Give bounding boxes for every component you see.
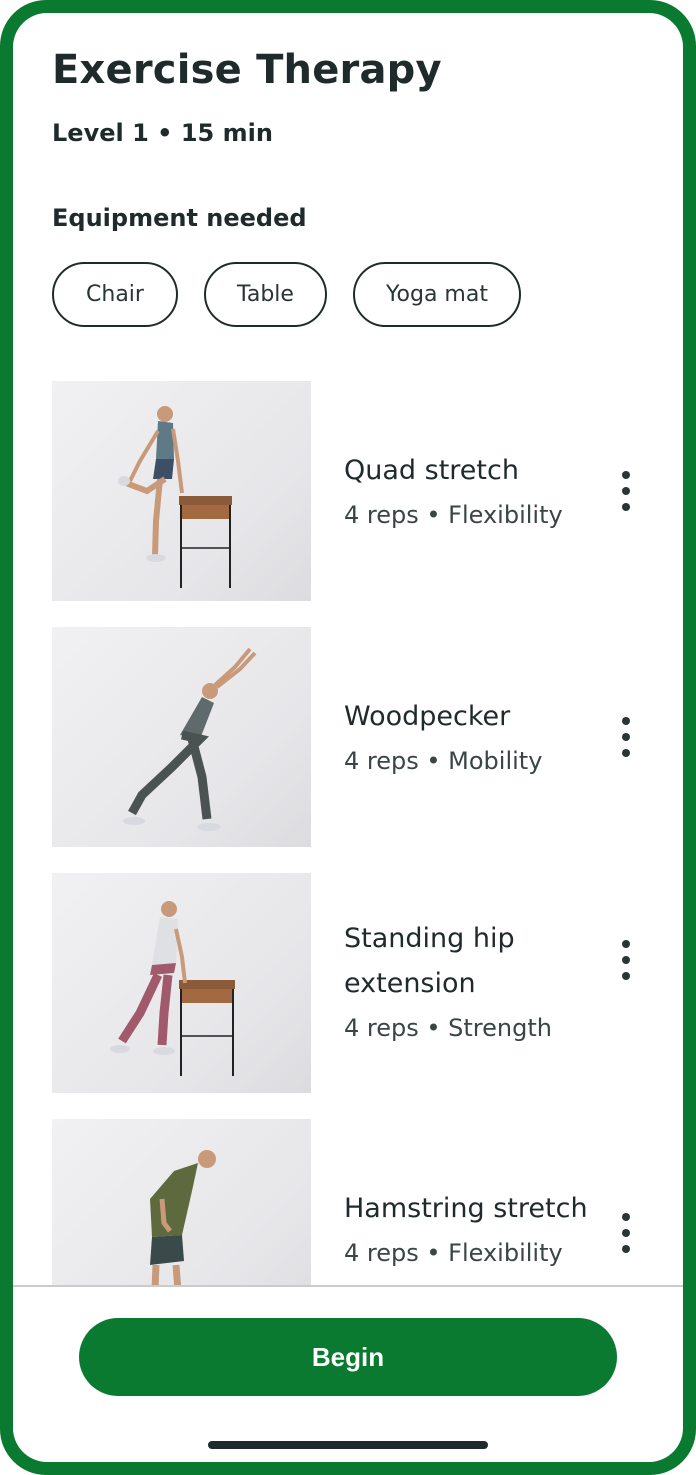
exercise-meta: 4 reps • Strength — [344, 1014, 552, 1042]
standing-hip-extension-photo — [52, 873, 311, 1093]
exercise-info: Hamstring stretch 4 reps • Flexibility — [344, 1186, 614, 1273]
hamstring-stretch-photo — [52, 1119, 311, 1286]
page-title: Exercise Therapy — [52, 47, 442, 93]
device-frame: Exercise Therapy Level 1 • 15 min Equipm… — [0, 0, 696, 1475]
more-vertical-icon[interactable] — [614, 940, 638, 980]
exercise-name: Quad stretch — [344, 455, 519, 486]
exercise-info: Quad stretch 4 reps • Flexibility — [344, 448, 614, 535]
exercise-row-hamstring-stretch[interactable]: Hamstring stretch 4 reps • Flexibility — [52, 1119, 672, 1286]
exercise-meta: 4 reps • Mobility — [344, 747, 543, 775]
home-indicator[interactable] — [208, 1441, 488, 1449]
equipment-chip-yoga-mat[interactable]: Yoga mat — [353, 262, 521, 327]
more-vertical-icon[interactable] — [614, 471, 638, 511]
exercise-meta: 4 reps • Flexibility — [344, 1239, 563, 1267]
session-summary: Level 1 • 15 min — [52, 119, 273, 147]
footer-divider — [13, 1285, 683, 1287]
more-vertical-icon[interactable] — [614, 1213, 638, 1253]
exercise-row-standing-hip-extension[interactable]: Standing hip extension 4 reps • Strength — [52, 873, 672, 1093]
screen: Exercise Therapy Level 1 • 15 min Equipm… — [13, 13, 683, 1462]
equipment-chip-table[interactable]: Table — [204, 262, 327, 327]
exercise-row-quad-stretch[interactable]: Quad stretch 4 reps • Flexibility — [52, 381, 672, 601]
exercise-meta: 4 reps • Flexibility — [344, 501, 563, 529]
equipment-heading: Equipment needed — [52, 204, 307, 232]
exercise-row-woodpecker[interactable]: Woodpecker 4 reps • Mobility — [52, 627, 672, 847]
exercise-list: Quad stretch 4 reps • Flexibility Woodpe… — [52, 381, 672, 1286]
woodpecker-photo — [52, 627, 311, 847]
exercise-name: Hamstring stretch — [344, 1193, 588, 1224]
more-vertical-icon[interactable] — [614, 717, 638, 757]
exercise-info: Woodpecker 4 reps • Mobility — [344, 694, 614, 781]
exercise-info: Standing hip extension 4 reps • Strength — [344, 916, 614, 1048]
exercise-name: Standing hip extension — [344, 923, 515, 999]
exercise-name: Woodpecker — [344, 701, 511, 732]
equipment-chip-chair[interactable]: Chair — [52, 262, 178, 327]
quad-stretch-photo — [52, 381, 311, 601]
begin-button[interactable]: Begin — [79, 1318, 617, 1396]
